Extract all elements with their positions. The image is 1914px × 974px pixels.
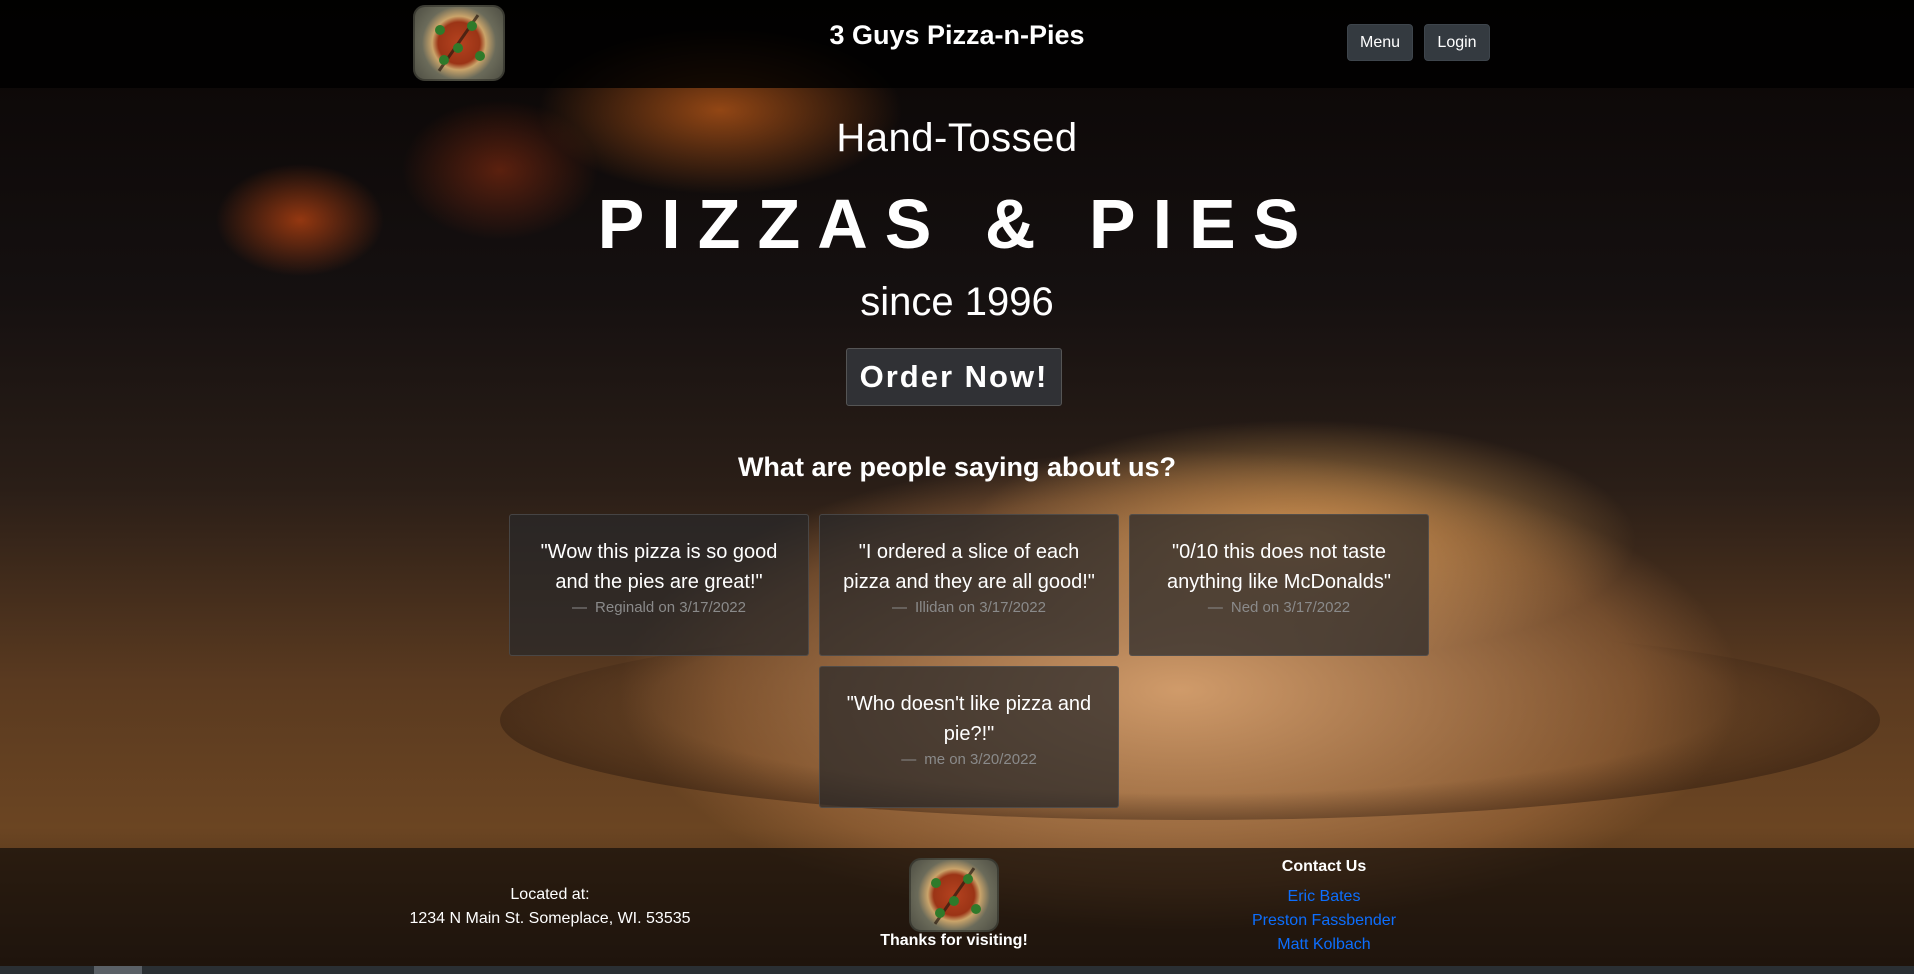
login-button[interactable]: Login <box>1424 24 1490 61</box>
review-quote: "0/10 this does not taste anything like … <box>1167 541 1391 593</box>
pizza-logo-icon <box>909 858 999 932</box>
scrollbar-thumb[interactable] <box>94 966 142 974</box>
contact-title: Contact Us <box>1281 858 1367 875</box>
horizontal-scrollbar[interactable] <box>0 966 1914 974</box>
thanks-message: Thanks for visiting! <box>880 932 1028 949</box>
review-author: Reginald on 3/17/2022 <box>595 599 746 616</box>
review-card: "I ordered a slice of each pizza and the… <box>819 514 1119 656</box>
hero-headline: PIZZAS & PIES <box>597 185 1317 263</box>
location-label: Located at: <box>510 886 590 903</box>
review-author: Ned on 3/17/2022 <box>1230 599 1351 616</box>
review-dash: — <box>892 599 908 616</box>
hero-since: since 1996 <box>860 280 1054 324</box>
contact-link-eric-bates[interactable]: Eric Bates <box>1224 888 1424 906</box>
review-quote: "Wow this pizza is so good and the pies … <box>540 541 778 593</box>
review-dash: — <box>1207 599 1223 616</box>
review-card: "0/10 this does not taste anything like … <box>1129 514 1429 656</box>
review-meta: — Ned on 3/17/2022 <box>1150 599 1408 616</box>
review-meta: — me on 3/20/2022 <box>840 751 1098 768</box>
review-author: Illidan on 3/17/2022 <box>915 599 1046 616</box>
review-dash: — <box>572 599 588 616</box>
review-meta: — Reginald on 3/17/2022 <box>530 599 788 616</box>
contact-link-matt-kolbach[interactable]: Matt Kolbach <box>1224 936 1424 954</box>
review-card: "Wow this pizza is so good and the pies … <box>509 514 809 656</box>
site-header: 3 Guys Pizza-n-Pies Menu Login <box>0 0 1914 88</box>
review-quote: "Who doesn't like pizza and pie?!" <box>846 693 1092 745</box>
site-title: 3 Guys Pizza-n-Pies <box>829 20 1085 50</box>
review-quote: "I ordered a slice of each pizza and the… <box>843 541 1095 593</box>
hero-subtitle: Hand-Tossed <box>836 116 1078 160</box>
reviews-heading: What are people saying about us? <box>737 452 1177 482</box>
order-now-button[interactable]: Order Now! <box>846 348 1062 406</box>
review-author: me on 3/20/2022 <box>924 751 1037 768</box>
location-address: 1234 N Main St. Someplace, WI. 53535 <box>409 910 691 927</box>
review-meta: — Illidan on 3/17/2022 <box>840 599 1098 616</box>
site-footer: Located at: 1234 N Main St. Someplace, W… <box>0 848 1914 968</box>
review-dash: — <box>901 751 917 768</box>
contact-link-preston-fassbender[interactable]: Preston Fassbender <box>1224 912 1424 930</box>
menu-button[interactable]: Menu <box>1347 24 1413 61</box>
review-card: "Who doesn't like pizza and pie?!" — me o… <box>819 666 1119 808</box>
